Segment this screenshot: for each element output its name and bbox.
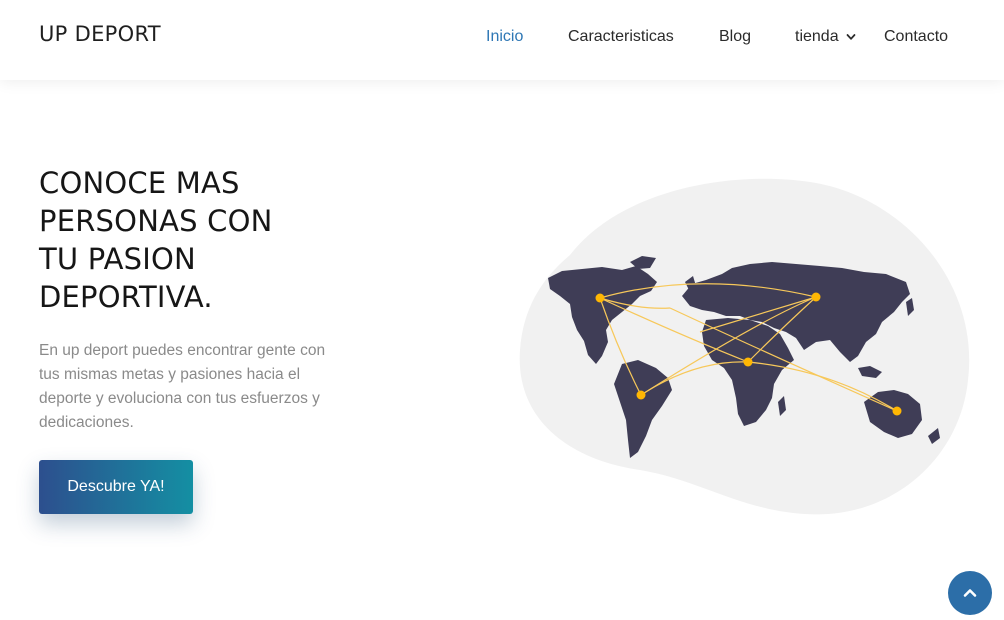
nav-item-tienda[interactable]: tienda [795,28,839,46]
scroll-top-button[interactable] [948,571,992,615]
nav-item-contacto[interactable]: Contacto [884,28,948,46]
location-point [636,390,646,400]
chevron-down-icon[interactable] [846,32,856,42]
hero-title: CONOCE MAS PERSONAS CON TU PASION DEPORT… [39,164,359,316]
nav-item-blog[interactable]: Blog [719,28,751,46]
discover-button[interactable]: Descubre YA! [39,460,193,514]
location-point [743,357,753,367]
chevron-up-icon [963,589,977,597]
hero-description: En up deport puedes encontrar gente con … [39,342,326,431]
location-point [595,293,605,303]
hero-title-line: TU PASION [39,242,196,276]
location-point [811,292,821,302]
world-map-illustration [510,170,980,530]
nav-item-caracteristicas[interactable]: Caracteristicas [568,28,674,46]
navbar: UP DEPORT Inicio Caracteristicas Blog ti… [0,0,1004,80]
location-point [892,406,902,416]
world-map-svg [519,178,970,515]
nav-item-inicio[interactable]: Inicio [486,28,523,46]
hero-title-line: CONOCE MAS [39,166,240,200]
hero-title-line: DEPORTIVA. [39,280,213,314]
main-nav: Inicio Caracteristicas Blog tienda Conta… [0,28,1004,48]
hero-title-line: PERSONAS CON [39,204,273,238]
